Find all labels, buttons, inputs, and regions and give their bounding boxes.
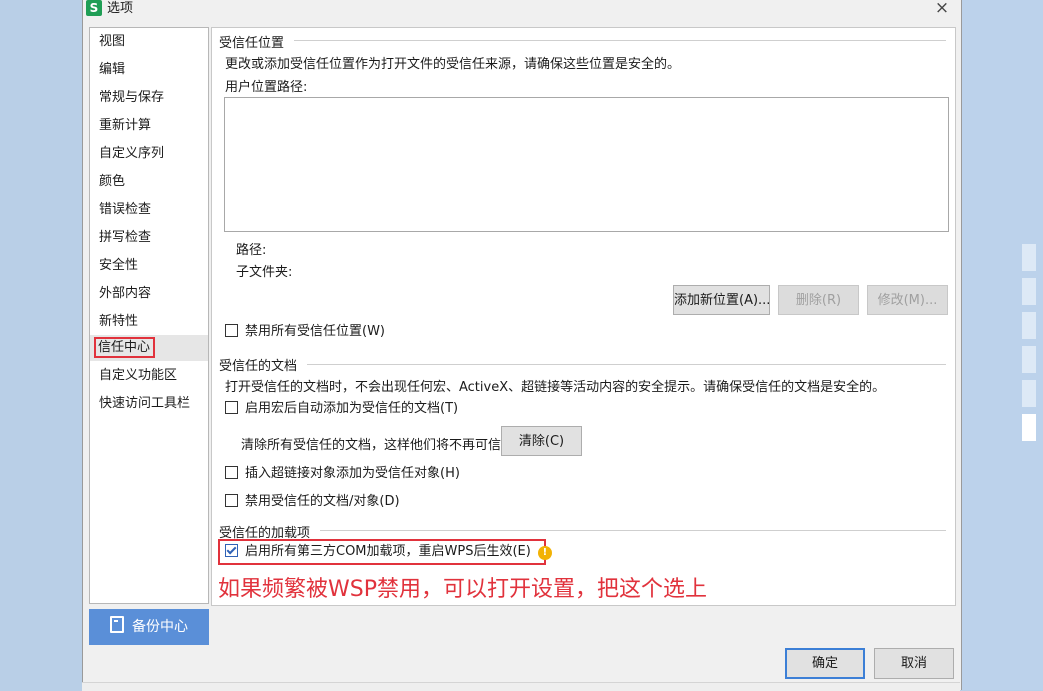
auto-add-trusted-checkbox[interactable]: 启用宏后自动添加为受信任的文档(T) (225, 400, 458, 418)
delete-location-button[interactable]: 删除(R) (778, 285, 859, 315)
trusted-locations-title: 受信任位置 (219, 36, 285, 51)
hyperlink-trusted-checkbox[interactable]: 插入超链接对象添加为受信任对象(H) (225, 465, 460, 483)
sidebar-item-spell-check[interactable]: 拼写检查 (90, 225, 208, 251)
close-button[interactable]: × (929, 0, 955, 18)
background-scroll-marks (1022, 244, 1036, 449)
options-dialog: S 选项 × 视图 编辑 常规与保存 重新计算 自定义序列 颜色 错误检查 拼写… (82, 0, 962, 690)
wps-spreadsheet-logo-icon: S (86, 0, 102, 16)
cancel-button[interactable]: 取消 (874, 648, 954, 679)
checkbox-box-checked (225, 544, 238, 557)
backup-center-button[interactable]: 备份中心 (89, 609, 209, 645)
background-spreadsheet-right (960, 0, 1043, 690)
subfolder-label: 子文件夹: (236, 265, 293, 280)
sidebar-item-custom-lists[interactable]: 自定义序列 (90, 141, 208, 167)
options-sidebar: 视图 编辑 常规与保存 重新计算 自定义序列 颜色 错误检查 拼写检查 安全性 … (89, 27, 209, 604)
user-paths-label: 用户位置路径: (225, 80, 308, 95)
trusted-locations-description: 更改或添加受信任位置作为打开文件的受信任来源，请确保这些位置是安全的。 (225, 57, 681, 72)
section-divider (307, 364, 946, 365)
warning-icon: ! (537, 546, 552, 560)
dialog-titlebar: S 选项 × (83, 0, 961, 18)
section-divider (320, 530, 946, 531)
trusted-documents-description: 打开受信任的文档时，不会出现任何宏、ActiveX、超链接等活动内容的安全提示。… (225, 380, 886, 395)
clear-trusted-text: 清除所有受信任的文档，这样他们将不再可信 (241, 438, 502, 453)
checkbox-box (225, 324, 238, 337)
trust-center-panel: 受信任位置 更改或添加受信任位置作为打开文件的受信任来源，请确保这些位置是安全的… (211, 27, 956, 606)
ok-button[interactable]: 确定 (785, 648, 865, 679)
document-icon (110, 616, 124, 633)
section-divider (294, 40, 946, 41)
sidebar-item-trust-center[interactable]: 信任中心 (90, 335, 208, 361)
background-spreadsheet-left (0, 0, 82, 690)
trusted-documents-title: 受信任的文档 (219, 359, 298, 374)
enable-com-addins-checkbox[interactable]: 启用所有第三方COM加载项，重启WPS后生效(E)! (225, 543, 552, 561)
sidebar-item-error-checking[interactable]: 错误检查 (90, 197, 208, 223)
sidebar-item-general-save[interactable]: 常规与保存 (90, 85, 208, 111)
sidebar-item-edit[interactable]: 编辑 (90, 57, 208, 83)
disable-trusted-docs-checkbox[interactable]: 禁用受信任的文档/对象(D) (225, 493, 400, 511)
sidebar-item-color[interactable]: 颜色 (90, 169, 208, 195)
add-location-button[interactable]: 添加新位置(A)... (673, 285, 770, 315)
checkbox-box (225, 466, 238, 479)
sidebar-item-security[interactable]: 安全性 (90, 253, 208, 279)
sidebar-item-new-features[interactable]: 新特性 (90, 309, 208, 335)
sidebar-item-quick-access-toolbar[interactable]: 快速访问工具栏 (90, 391, 208, 417)
disable-trusted-locations-checkbox[interactable]: 禁用所有受信任位置(W) (225, 323, 385, 341)
path-label: 路径: (236, 243, 267, 258)
sidebar-item-recalculate[interactable]: 重新计算 (90, 113, 208, 139)
trusted-locations-list[interactable] (224, 97, 949, 232)
sidebar-item-customize-ribbon[interactable]: 自定义功能区 (90, 363, 208, 389)
checkbox-box (225, 401, 238, 414)
clear-trusted-button[interactable]: 清除(C) (501, 426, 582, 456)
annotation-note: 如果频繁被WSP禁用，可以打开设置，把这个选上 (218, 577, 707, 602)
dialog-title: 选项 (107, 1, 134, 16)
modify-location-button[interactable]: 修改(M)... (867, 285, 948, 315)
sidebar-item-external-content[interactable]: 外部内容 (90, 281, 208, 307)
checkbox-box (225, 494, 238, 507)
sidebar-item-view[interactable]: 视图 (90, 29, 208, 55)
